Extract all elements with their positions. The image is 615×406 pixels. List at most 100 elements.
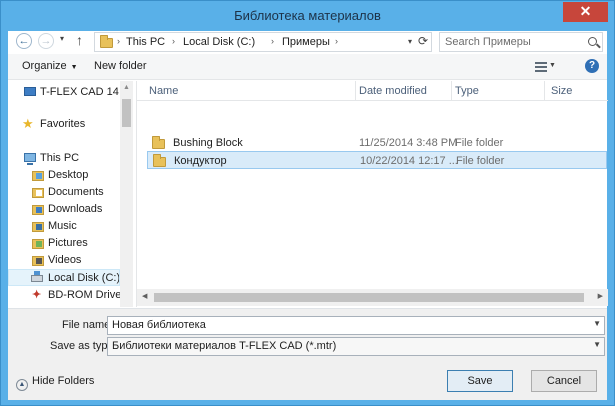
nav-item-label: Local Disk (C:) xyxy=(48,272,120,284)
nav-item-label: Desktop xyxy=(48,169,89,181)
close-button[interactable]: ✕ xyxy=(563,2,608,22)
save-dialog: Библиотека материалов ✕ ← → ▾ ↑ › This P… xyxy=(0,0,615,406)
file-name: Кондуктор xyxy=(174,155,227,167)
nav-item-documents[interactable]: Documents xyxy=(8,184,120,201)
column-divider[interactable] xyxy=(544,81,545,101)
file-name-field[interactable]: Новая библиотека ▼ xyxy=(107,316,605,335)
file-type: File folder xyxy=(456,155,505,167)
nav-item-label: Downloads xyxy=(48,203,103,215)
videos-folder-icon xyxy=(32,256,44,266)
address-row: ← → ▾ ↑ › This PC › Local Disk (C:) › Пр… xyxy=(8,31,607,53)
column-header-size[interactable]: Size xyxy=(551,85,572,97)
file-type: File folder xyxy=(455,137,504,149)
file-name-label: File name: xyxy=(62,319,114,331)
documents-folder-icon xyxy=(32,188,44,198)
file-date: 11/25/2014 3:48 PM xyxy=(359,137,458,149)
star-icon: ★ xyxy=(22,116,34,131)
breadcrumb-separator: › xyxy=(271,36,274,46)
save-as-type-select[interactable]: Библиотеки материалов T-FLEX CAD (*.mtr)… xyxy=(107,337,605,356)
nav-item-label: BD-ROM Drive (E xyxy=(48,289,120,301)
folder-icon xyxy=(100,35,113,48)
file-row[interactable]: Кондуктор 10/22/2014 12:17 ... File fold… xyxy=(147,151,607,169)
breadcrumb-local-disk[interactable]: Local Disk (C:) xyxy=(183,36,255,48)
column-header-name[interactable]: Name xyxy=(149,85,178,97)
drive-icon xyxy=(31,271,43,282)
scroll-left-icon[interactable]: ◀ xyxy=(142,292,147,300)
breadcrumb-separator: › xyxy=(172,36,175,46)
forward-button[interactable]: → xyxy=(38,33,54,49)
nav-item-this-pc[interactable]: This PC xyxy=(8,150,120,167)
hscrollbar-thumb[interactable] xyxy=(154,293,584,302)
recent-locations-dropdown[interactable]: ▾ xyxy=(60,34,64,43)
file-list: Name Date modified Type Size Bushing Blo… xyxy=(136,81,608,307)
column-header-date[interactable]: Date modified xyxy=(359,85,427,97)
breadcrumb-primery[interactable]: Примеры xyxy=(282,36,330,48)
nav-item-bd-rom[interactable]: ✦ BD-ROM Drive (E xyxy=(8,287,120,304)
nav-item-favorites[interactable]: ★ Favorites xyxy=(8,116,120,133)
search-icon[interactable] xyxy=(588,37,597,46)
help-icon[interactable]: ? xyxy=(585,59,599,73)
scroll-right-icon[interactable]: ▶ xyxy=(598,292,603,300)
column-header-type[interactable]: Type xyxy=(455,85,479,97)
desktop-folder-icon xyxy=(32,171,44,181)
save-button[interactable]: Save xyxy=(447,370,513,392)
search-placeholder: Search Примеры xyxy=(445,36,531,48)
nav-item-label: Music xyxy=(48,220,77,232)
folder-icon xyxy=(152,136,165,149)
hide-folders-button[interactable]: ▲ Hide Folders xyxy=(16,375,94,391)
nav-item-pictures[interactable]: Pictures xyxy=(8,235,120,252)
nav-item-label: This PC xyxy=(40,152,80,164)
nav-item-label: Documents xyxy=(48,186,104,198)
organize-label: Organize xyxy=(22,60,67,72)
pictures-folder-icon xyxy=(32,239,44,249)
nav-scrollbar[interactable]: ▲ xyxy=(120,81,133,307)
save-fields: File name: Новая библиотека ▼ Save as ty… xyxy=(8,308,607,362)
refresh-icon[interactable]: ⟳ xyxy=(418,34,428,48)
address-dropdown[interactable]: ▾ xyxy=(408,37,412,46)
back-button[interactable]: ← xyxy=(16,33,32,49)
search-input[interactable]: Search Примеры xyxy=(439,32,603,52)
nav-item-label: Favorites xyxy=(40,118,86,130)
command-toolbar: Organize ▼ New folder ▼ ? xyxy=(8,54,607,80)
chevron-down-icon[interactable]: ▼ xyxy=(593,319,601,328)
nav-item-desktop[interactable]: Desktop xyxy=(8,167,120,184)
file-list-hscrollbar[interactable]: ◀ ▶ xyxy=(137,289,608,306)
address-bar[interactable]: › This PC › Local Disk (C:) › Примеры › … xyxy=(94,32,432,52)
dialog-client-area: ← → ▾ ↑ › This PC › Local Disk (C:) › Пр… xyxy=(8,31,608,400)
file-name: Bushing Block xyxy=(173,137,243,149)
music-folder-icon xyxy=(32,222,44,232)
breadcrumb-this-pc[interactable]: This PC xyxy=(126,36,165,48)
nav-item-tflex[interactable]: T-FLEX CAD 14 x64 xyxy=(8,84,120,101)
nav-item-local-disk[interactable]: Local Disk (C:) xyxy=(8,269,120,286)
breadcrumb-separator: › xyxy=(117,36,120,46)
breadcrumb-separator: › xyxy=(335,36,338,46)
change-view-icon[interactable]: ▼ xyxy=(535,60,556,74)
nav-item-label: T-FLEX CAD 14 x64 xyxy=(40,86,120,98)
nav-item-videos[interactable]: Videos xyxy=(8,252,120,269)
bd-drive-icon: ✦ xyxy=(32,289,42,301)
title-bar[interactable]: Библиотека материалов ✕ xyxy=(1,1,614,31)
nav-item-downloads[interactable]: Downloads xyxy=(8,201,120,218)
column-divider[interactable] xyxy=(451,81,452,101)
folder-icon xyxy=(153,154,166,167)
window-title: Библиотека материалов xyxy=(234,8,381,23)
scroll-up-icon[interactable]: ▲ xyxy=(123,84,130,91)
computer-icon xyxy=(24,153,36,165)
navigation-pane: T-FLEX CAD 14 x64 ★ Favorites This PC De… xyxy=(8,81,133,307)
file-name-value: Новая библиотека xyxy=(112,319,206,331)
chevron-down-icon[interactable]: ▼ xyxy=(593,340,601,349)
organize-button[interactable]: Organize ▼ xyxy=(22,60,78,72)
file-row[interactable]: Bushing Block 11/25/2014 3:48 PM File fo… xyxy=(147,134,607,152)
nav-item-music[interactable]: Music xyxy=(8,218,120,235)
nav-scrollbar-thumb[interactable] xyxy=(122,99,131,127)
dialog-footer: ▲ Hide Folders Save Cancel xyxy=(8,362,607,400)
cancel-button[interactable]: Cancel xyxy=(531,370,597,392)
hide-folders-label: Hide Folders xyxy=(32,375,95,387)
nav-item-label: Pictures xyxy=(48,237,88,249)
chevron-up-icon: ▲ xyxy=(16,379,28,391)
tflex-icon xyxy=(24,87,36,96)
new-folder-button[interactable]: New folder xyxy=(94,60,147,72)
file-date: 10/22/2014 12:17 ... xyxy=(360,155,458,167)
up-button[interactable]: ↑ xyxy=(76,32,83,48)
column-divider[interactable] xyxy=(355,81,356,101)
